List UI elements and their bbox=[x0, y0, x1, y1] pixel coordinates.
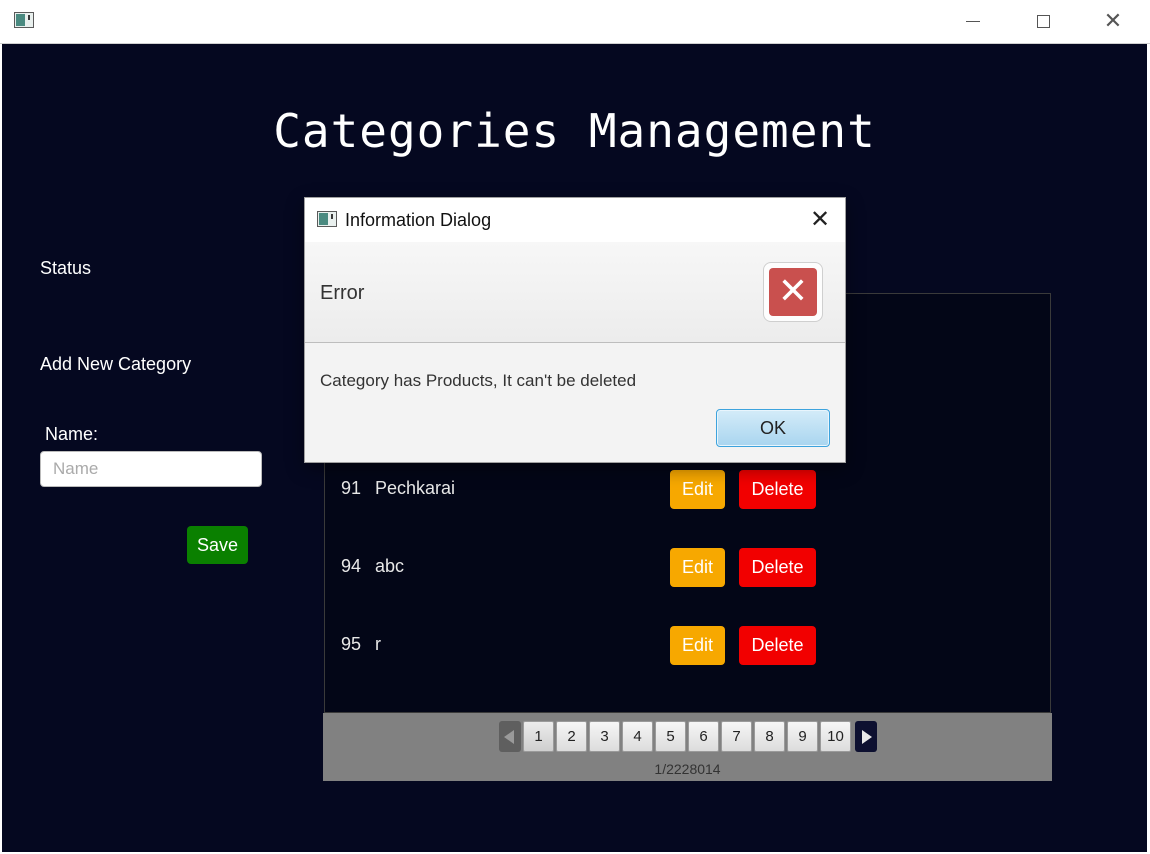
minimize-icon bbox=[966, 21, 980, 22]
maximize-icon bbox=[1036, 15, 1050, 28]
dialog-title: Information Dialog bbox=[345, 210, 492, 230]
add-category-heading: Add New Category bbox=[40, 354, 192, 374]
page-button-6[interactable]: 6 bbox=[688, 721, 719, 752]
row-id: 94 bbox=[341, 556, 362, 576]
status-label: Status bbox=[40, 258, 92, 278]
page-button-9[interactable]: 9 bbox=[787, 721, 818, 752]
app-icon bbox=[14, 12, 34, 28]
error-icon: ✕ bbox=[763, 262, 823, 322]
page-button-10[interactable]: 10 bbox=[820, 721, 851, 752]
ok-button[interactable]: OK bbox=[716, 409, 830, 447]
close-icon: ✕ bbox=[809, 205, 831, 233]
previous-page-button[interactable] bbox=[499, 721, 521, 752]
row-name: abc bbox=[375, 556, 405, 576]
name-label: Name: bbox=[45, 424, 99, 444]
edit-button[interactable]: Edit bbox=[670, 548, 725, 587]
page-info: 1/2228014 bbox=[654, 761, 721, 777]
dialog-app-icon bbox=[317, 211, 337, 227]
page-button-7[interactable]: 7 bbox=[721, 721, 752, 752]
minimize-button[interactable] bbox=[950, 0, 996, 43]
dialog-header-text: Error bbox=[320, 282, 365, 304]
name-input[interactable] bbox=[40, 451, 262, 487]
row-name: Pechkarai bbox=[375, 478, 456, 498]
page-title: Categories Management bbox=[273, 104, 876, 158]
table-row: 94 abc Edit Delete bbox=[325, 548, 1050, 588]
page-button-5[interactable]: 5 bbox=[655, 721, 686, 752]
row-id: 91 bbox=[341, 478, 362, 498]
window-titlebar: ✕ bbox=[0, 0, 1150, 44]
page-button-4[interactable]: 4 bbox=[622, 721, 653, 752]
delete-button[interactable]: Delete bbox=[739, 548, 816, 587]
page-button-1[interactable]: 1 bbox=[523, 721, 554, 752]
page-button-8[interactable]: 8 bbox=[754, 721, 785, 752]
information-dialog: Information Dialog ✕ Error ✕ Category ha… bbox=[305, 198, 845, 462]
dialog-message: Category has Products, It can't be delet… bbox=[320, 371, 637, 390]
close-window-button[interactable]: ✕ bbox=[1090, 0, 1136, 43]
dialog-close-button[interactable]: ✕ bbox=[805, 204, 835, 234]
edit-button[interactable]: Edit bbox=[670, 626, 725, 665]
page-button-3[interactable]: 3 bbox=[589, 721, 620, 752]
row-id: 95 bbox=[341, 634, 362, 654]
dialog-titlebar: Information Dialog ✕ bbox=[305, 198, 845, 242]
pagination: 1 2 3 4 5 6 7 8 9 10 1/2228014 bbox=[323, 713, 1052, 781]
edit-button[interactable]: Edit bbox=[670, 470, 725, 509]
delete-button[interactable]: Delete bbox=[739, 470, 816, 509]
table-row: 95 r Edit Delete bbox=[325, 626, 1050, 666]
close-icon: ✕ bbox=[1103, 9, 1123, 34]
row-name: r bbox=[375, 634, 381, 654]
maximize-button[interactable] bbox=[1020, 0, 1066, 43]
table-row: 91 Pechkarai Edit Delete bbox=[325, 470, 1050, 510]
delete-button[interactable]: Delete bbox=[739, 626, 816, 665]
save-button[interactable]: Save bbox=[187, 526, 248, 564]
dialog-header: Error ✕ bbox=[305, 242, 845, 343]
next-page-button[interactable] bbox=[855, 721, 877, 752]
page-button-2[interactable]: 2 bbox=[556, 721, 587, 752]
error-x-icon: ✕ bbox=[769, 268, 817, 316]
